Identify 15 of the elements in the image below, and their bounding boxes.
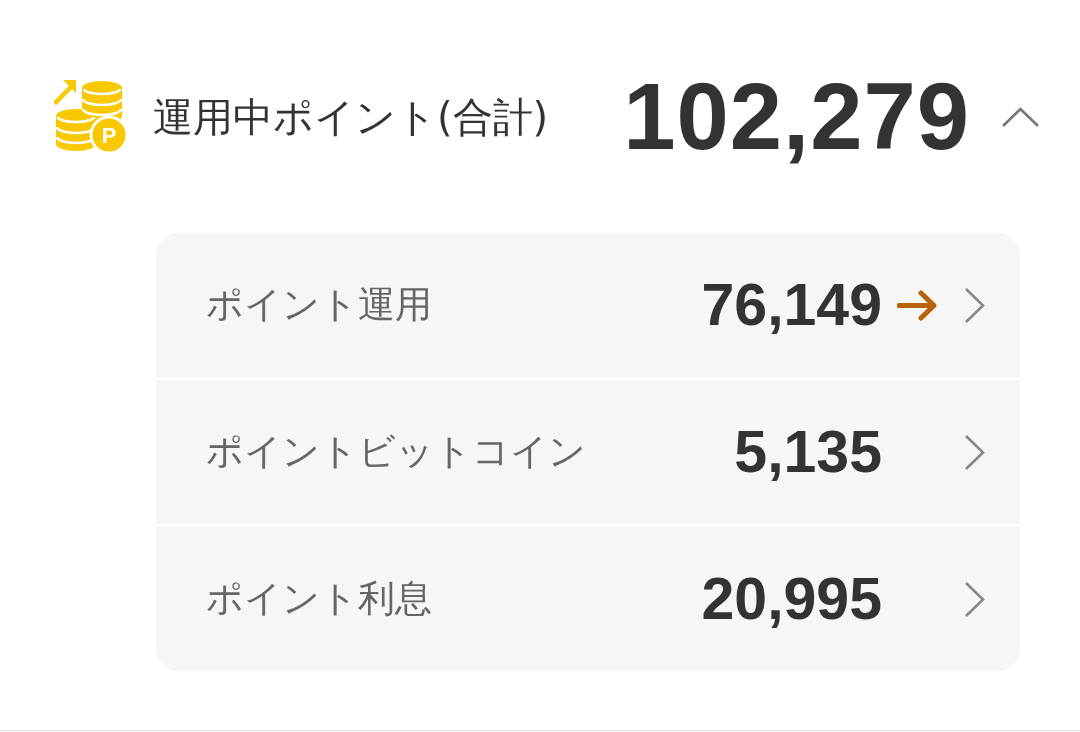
row-value: 76,149 [701, 271, 882, 339]
list-row[interactable]: ポイント運用 76,149 [156, 233, 1020, 377]
row-label: ポイントビットコイン [206, 429, 586, 475]
row-label: ポイント運用 [206, 282, 432, 328]
chevron-right-icon [964, 433, 985, 471]
row-value: 5,135 [734, 418, 882, 486]
list-row[interactable]: ポイントビットコイン 5,135 [156, 377, 1020, 524]
row-value: 20,995 [701, 565, 882, 633]
list-row[interactable]: ポイント利息 20,995 [156, 524, 1020, 671]
section-title: 運用中ポイント(合計) [153, 92, 549, 142]
chevron-up-icon[interactable] [1001, 106, 1040, 128]
chevron-right-icon [964, 580, 985, 618]
row-label: ポイント利息 [206, 576, 432, 622]
chevron-right-icon [964, 286, 985, 324]
total-points: 102,279 [623, 70, 970, 164]
